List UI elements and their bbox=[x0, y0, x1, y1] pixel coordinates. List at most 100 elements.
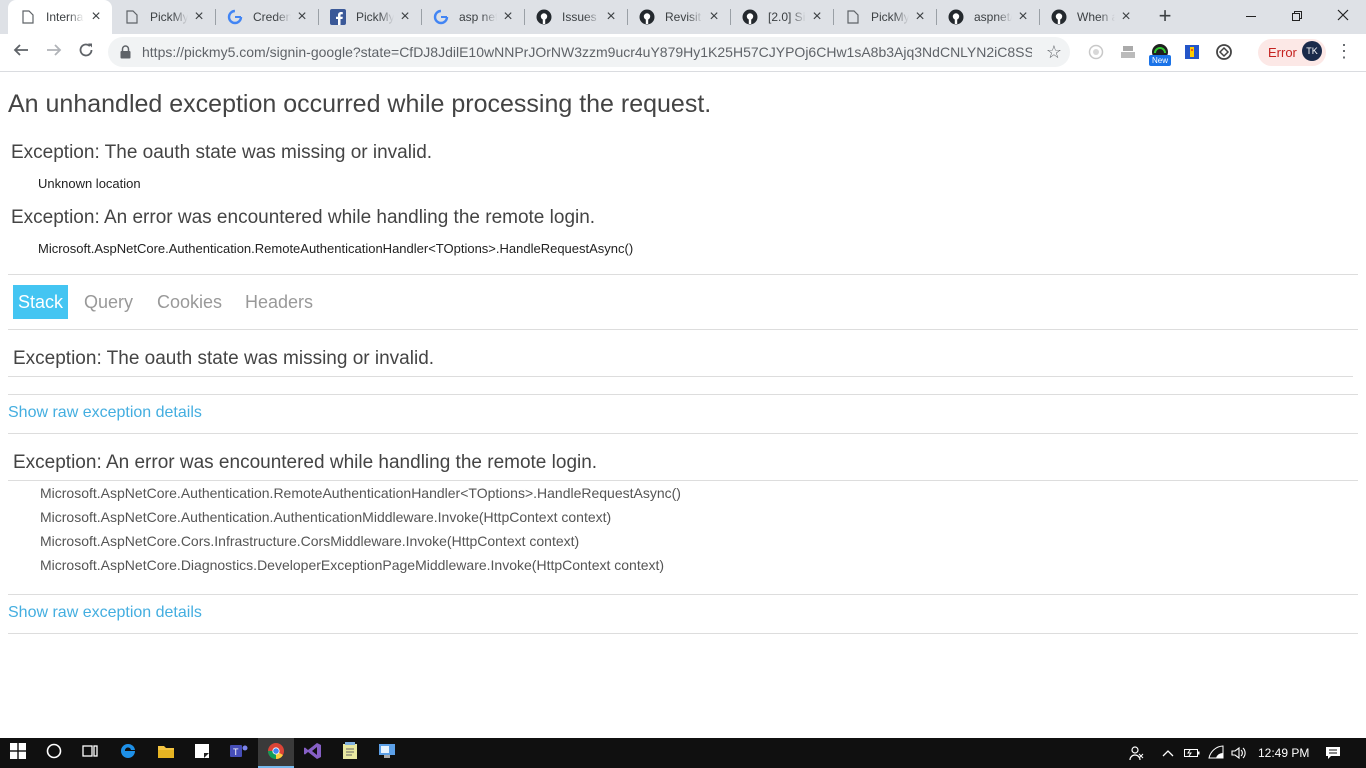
close-icon[interactable]: × bbox=[912, 9, 928, 25]
google-icon bbox=[433, 9, 449, 25]
avatar[interactable]: TK bbox=[1302, 41, 1322, 61]
close-icon[interactable]: × bbox=[88, 9, 104, 25]
search-button[interactable] bbox=[36, 738, 72, 768]
close-icon[interactable]: × bbox=[397, 9, 413, 25]
people-icon[interactable] bbox=[1129, 745, 1145, 761]
close-icon[interactable]: × bbox=[1118, 9, 1134, 25]
github-icon bbox=[742, 9, 758, 25]
tab-pickmy5[interactable]: PickMy5 × bbox=[112, 0, 215, 34]
tab-internal-server-error[interactable]: Internal Server Error × bbox=[8, 0, 112, 34]
taskbar-app-edge[interactable] bbox=[110, 738, 146, 768]
stack-exception-title: Exception: An error was encountered whil… bbox=[13, 452, 598, 473]
teams-icon: T bbox=[230, 743, 248, 764]
tab-headers[interactable]: Headers bbox=[240, 285, 318, 319]
exception-location: Microsoft.AspNetCore.Authentication.Remo… bbox=[38, 241, 634, 256]
clock[interactable]: 12:49 PM bbox=[1258, 746, 1309, 760]
show-raw-exception-link[interactable]: Show raw exception details bbox=[8, 404, 202, 422]
tab-cookies[interactable]: Cookies bbox=[152, 285, 227, 319]
wifi-icon[interactable] bbox=[1208, 745, 1224, 761]
start-button[interactable] bbox=[0, 738, 36, 768]
close-icon[interactable]: × bbox=[500, 9, 516, 25]
close-icon[interactable]: × bbox=[706, 9, 722, 25]
tab-revisit[interactable]: Revisit × bbox=[627, 0, 730, 34]
github-icon bbox=[536, 9, 552, 25]
tab-query[interactable]: Query bbox=[79, 285, 138, 319]
tab-pickmy5-2[interactable]: PickMy5 × bbox=[833, 0, 936, 34]
task-view-button[interactable] bbox=[72, 738, 108, 768]
tab-title: When a bbox=[1077, 10, 1115, 24]
edge-icon bbox=[119, 742, 137, 765]
page-icon bbox=[124, 9, 140, 25]
extension-icon[interactable] bbox=[1182, 42, 1202, 62]
svg-text:T: T bbox=[233, 747, 239, 757]
forward-button[interactable] bbox=[42, 40, 66, 64]
bookmark-star-icon[interactable]: ☆ bbox=[1046, 42, 1062, 63]
google-icon bbox=[227, 9, 243, 25]
restore-button[interactable] bbox=[1274, 0, 1320, 32]
tab-stack[interactable]: Stack bbox=[13, 285, 69, 319]
file-explorer-icon bbox=[157, 743, 175, 764]
taskbar-app-chrome[interactable] bbox=[258, 738, 294, 768]
taskbar-app-file-explorer[interactable] bbox=[148, 738, 184, 768]
notifications-icon[interactable] bbox=[1325, 745, 1341, 761]
tab-pickmy5-facebook[interactable]: PickMy5 × bbox=[318, 0, 421, 34]
tab-2-0-sign[interactable]: [2.0] Sign × bbox=[730, 0, 833, 34]
divider bbox=[8, 480, 1358, 481]
divider bbox=[8, 633, 1358, 634]
forward-arrow-icon bbox=[46, 42, 62, 63]
restore-icon bbox=[1292, 8, 1302, 24]
volume-icon[interactable] bbox=[1231, 745, 1247, 761]
extension-icon[interactable] bbox=[1086, 42, 1106, 62]
tab-aspnet[interactable]: aspnet/ × bbox=[936, 0, 1039, 34]
minimize-button[interactable] bbox=[1228, 0, 1274, 32]
error-label: Error bbox=[1268, 45, 1297, 60]
taskbar: T 12:49 PM bbox=[0, 738, 1366, 768]
chevron-up-icon[interactable] bbox=[1160, 745, 1176, 761]
tab-issues[interactable]: Issues × bbox=[524, 0, 627, 34]
taskbar-app-sticky-notes[interactable] bbox=[184, 738, 220, 768]
tab-title: PickMy5 bbox=[871, 10, 909, 24]
extension-icon[interactable] bbox=[1214, 42, 1234, 62]
divider bbox=[8, 394, 1358, 395]
tab-title: [2.0] Sign bbox=[768, 10, 806, 24]
facebook-icon bbox=[330, 9, 346, 25]
taskbar-app-remote-desktop[interactable] bbox=[369, 738, 405, 768]
close-icon[interactable]: × bbox=[294, 9, 310, 25]
close-icon[interactable]: × bbox=[191, 9, 207, 25]
tab-when-a[interactable]: When a × bbox=[1039, 0, 1142, 34]
show-raw-exception-link[interactable]: Show raw exception details bbox=[8, 604, 202, 622]
close-icon[interactable]: × bbox=[809, 9, 825, 25]
extension-icon[interactable] bbox=[1118, 42, 1138, 62]
github-icon bbox=[948, 9, 964, 25]
stack-frame[interactable]: Microsoft.AspNetCore.Cors.Infrastructure… bbox=[40, 533, 579, 549]
stack-frame[interactable]: Microsoft.AspNetCore.Authentication.Auth… bbox=[40, 509, 611, 525]
tab-credentials[interactable]: Credentials × bbox=[215, 0, 318, 34]
menu-dots-icon[interactable]: ⋮ bbox=[1335, 40, 1353, 62]
taskbar-app-teams[interactable]: T bbox=[221, 738, 257, 768]
exception-summary-message: Exception: An error was encountered whil… bbox=[11, 207, 596, 228]
divider bbox=[8, 433, 1358, 434]
sticky-notes-icon bbox=[194, 743, 210, 764]
stack-frame[interactable]: Microsoft.AspNetCore.Diagnostics.Develop… bbox=[40, 557, 664, 573]
reload-button[interactable] bbox=[74, 40, 98, 64]
tab-title: Credentials bbox=[253, 10, 291, 24]
github-icon bbox=[1051, 9, 1067, 25]
tab-title: PickMy5 bbox=[150, 10, 188, 24]
address-bar[interactable]: https://pickmy5.com/signin-google?state=… bbox=[108, 37, 1070, 67]
battery-icon[interactable] bbox=[1184, 745, 1200, 761]
back-button[interactable] bbox=[9, 40, 33, 64]
divider bbox=[8, 376, 1353, 377]
new-tab-button[interactable]: + bbox=[1155, 5, 1175, 29]
url-text[interactable]: https://pickmy5.com/signin-google?state=… bbox=[142, 44, 1032, 60]
tab-title: aspnet/ bbox=[974, 10, 1012, 24]
close-icon[interactable]: × bbox=[1015, 9, 1031, 25]
chrome-icon bbox=[267, 742, 285, 765]
tab-asp-net-core[interactable]: asp net core × bbox=[421, 0, 524, 34]
close-icon[interactable]: × bbox=[603, 9, 619, 25]
tab-title: asp net core bbox=[459, 10, 497, 24]
taskbar-app-visual-studio[interactable] bbox=[295, 738, 331, 768]
visual-studio-icon bbox=[304, 742, 322, 765]
stack-frame[interactable]: Microsoft.AspNetCore.Authentication.Remo… bbox=[40, 485, 681, 501]
taskbar-app-notepad[interactable] bbox=[332, 738, 368, 768]
close-window-button[interactable] bbox=[1320, 0, 1366, 32]
